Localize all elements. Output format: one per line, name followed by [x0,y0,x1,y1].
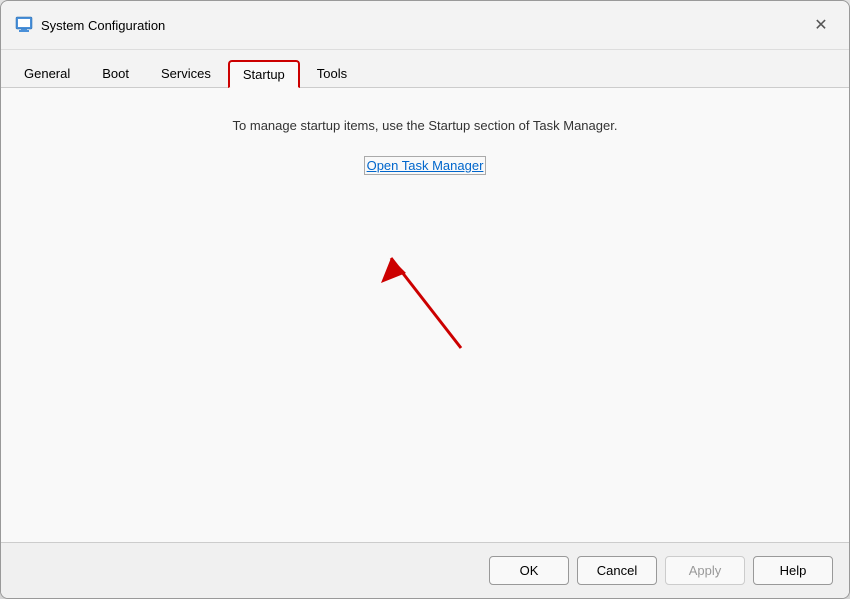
ok-button[interactable]: OK [489,556,569,585]
close-button[interactable]: ✕ [807,11,835,39]
window-title: System Configuration [41,18,165,33]
system-config-icon [15,16,33,34]
tab-boot[interactable]: Boot [87,59,144,88]
tab-services[interactable]: Services [146,59,226,88]
tab-startup[interactable]: Startup [228,60,300,88]
info-text: To manage startup items, use the Startup… [233,118,618,133]
annotation-arrow [331,198,531,398]
apply-button: Apply [665,556,745,585]
tab-general[interactable]: General [9,59,85,88]
bottom-bar: OK Cancel Apply Help [1,542,849,598]
cancel-button[interactable]: Cancel [577,556,657,585]
title-bar: System Configuration ✕ [1,1,849,50]
tab-tools[interactable]: Tools [302,59,362,88]
content-area: To manage startup items, use the Startup… [1,88,849,542]
system-configuration-window: System Configuration ✕ General Boot Serv… [0,0,850,599]
link-container: Open Task Manager [364,158,487,173]
open-task-manager-link[interactable]: Open Task Manager [364,156,487,175]
title-bar-left: System Configuration [15,16,165,34]
tab-bar: General Boot Services Startup Tools [1,50,849,88]
help-button[interactable]: Help [753,556,833,585]
